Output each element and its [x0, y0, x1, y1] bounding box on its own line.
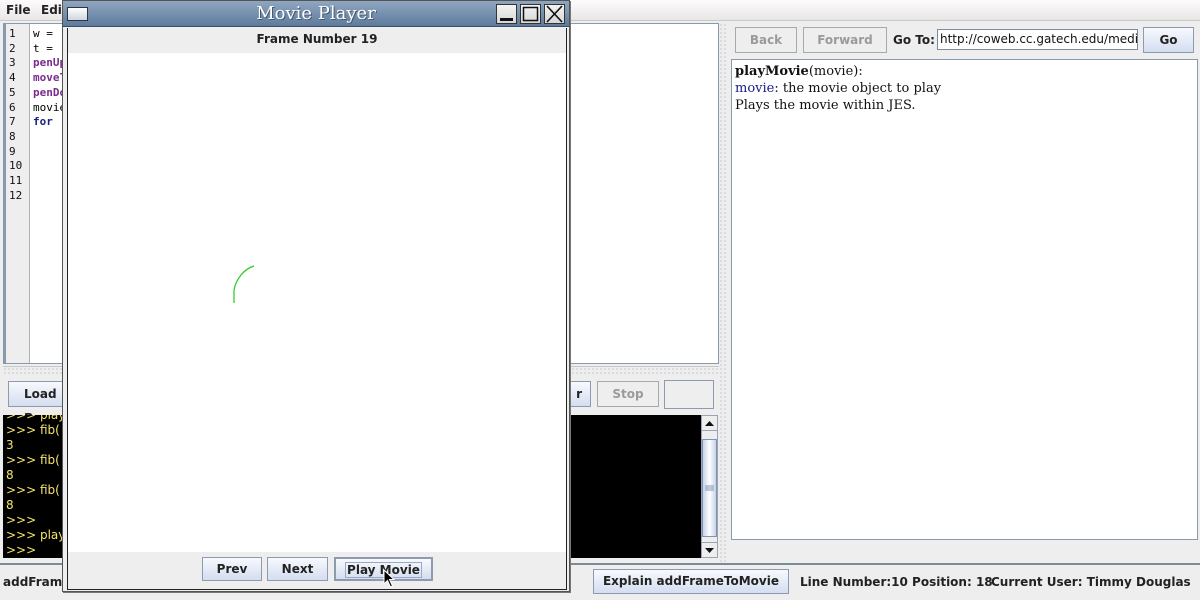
line-number: 11 [9, 174, 23, 187]
explain-label: Explain addFrameToMovie [602, 574, 780, 588]
line-number: 12 [9, 188, 23, 202]
console-line: >>> [6, 513, 37, 527]
maximize-button[interactable] [520, 4, 541, 24]
help-content: playMovie(movie): movie: the movie objec… [731, 59, 1198, 540]
line-position-status: Line Number:10 Position: 18 [800, 575, 993, 589]
arrow-up-icon [705, 421, 714, 426]
help-param-name: movie [735, 81, 775, 96]
stop-button[interactable]: Stop [597, 381, 659, 407]
console-line: 3 [6, 438, 14, 452]
console-line: >>> fib( [6, 483, 60, 497]
movie-player-body: Frame Number 19 Prev Next Play Movie [67, 28, 567, 590]
movie-player-window: Movie Player Frame Number 19 Prev Next P… [62, 0, 570, 592]
arrow-down-icon [705, 548, 714, 553]
line-number: 2 [9, 41, 16, 55]
current-user-status: Current User: Timmy Douglas [991, 575, 1191, 589]
next-button[interactable]: Next [267, 557, 328, 581]
code-line: for [33, 115, 60, 129]
console-scrollbar[interactable] [701, 415, 718, 558]
line-number: 1 [9, 27, 16, 40]
help-signature-args: (movie): [808, 64, 863, 79]
minimize-button[interactable] [496, 4, 517, 24]
console-line: 8 [6, 468, 14, 482]
code-line: t = [33, 41, 60, 55]
console-line: >>> [6, 543, 37, 557]
main-help-splitter[interactable] [719, 23, 728, 563]
grip-icon [705, 485, 714, 491]
stop-label: Stop [612, 387, 644, 401]
close-icon [546, 5, 563, 23]
help-function-name: playMovie [735, 64, 809, 79]
scroll-up-button[interactable] [702, 416, 717, 431]
mouse-cursor-icon [383, 569, 396, 588]
code-line: w = [33, 27, 60, 40]
line-number: 9 [9, 144, 16, 158]
line-number: 6 [9, 100, 16, 114]
turtle-arc-path [233, 265, 255, 303]
partial-hidden-label: r [576, 387, 582, 401]
blank-indicator-button[interactable] [664, 380, 714, 409]
line-number: 3 [9, 56, 16, 70]
scroll-down-button[interactable] [702, 542, 717, 557]
console-line: 8 [6, 498, 14, 512]
help-param: movie: the movie object to play [735, 80, 1194, 97]
back-button[interactable]: Back [735, 27, 797, 53]
forward-label: Forward [817, 33, 873, 47]
movie-player-titlebar[interactable]: Movie Player [63, 1, 569, 27]
next-label: Next [281, 562, 314, 576]
line-number: 4 [9, 71, 16, 85]
line-number: 8 [9, 129, 16, 143]
close-button[interactable] [544, 4, 565, 24]
line-number: 5 [9, 85, 16, 99]
help-description: Plays the movie within JES. [735, 98, 916, 113]
movie-player-title: Movie Player [256, 3, 376, 24]
prev-label: Prev [216, 562, 248, 576]
console-line: >>> fib( [6, 423, 60, 437]
back-label: Back [749, 33, 783, 47]
maximize-icon [522, 6, 539, 22]
scroll-thumb[interactable] [702, 439, 717, 537]
frame-number-label: Frame Number 19 [256, 32, 378, 46]
console-line: >>> fib( [6, 453, 60, 467]
frame-drawing [233, 265, 255, 303]
prev-button[interactable]: Prev [202, 557, 262, 581]
console-line: >>> play [6, 415, 66, 422]
menu-file[interactable]: File [6, 3, 31, 17]
help-signature: playMovie(movie): [735, 63, 1194, 80]
line-number: 10 [9, 159, 23, 173]
explain-button[interactable]: Explain addFrameToMovie [593, 569, 789, 594]
movie-frame-canvas [68, 53, 566, 552]
help-param-desc: : the movie object to play [774, 81, 942, 96]
goto-label: Go To: [893, 33, 935, 47]
go-label: Go [1159, 33, 1178, 47]
console-line: >>> play [6, 528, 66, 542]
minimize-icon [500, 18, 513, 21]
forward-button[interactable]: Forward [803, 27, 887, 53]
line-number: 7 [9, 115, 16, 129]
url-input[interactable]: http://coweb.cc.gatech.edu/medi [937, 29, 1138, 50]
go-button[interactable]: Go [1143, 27, 1194, 53]
